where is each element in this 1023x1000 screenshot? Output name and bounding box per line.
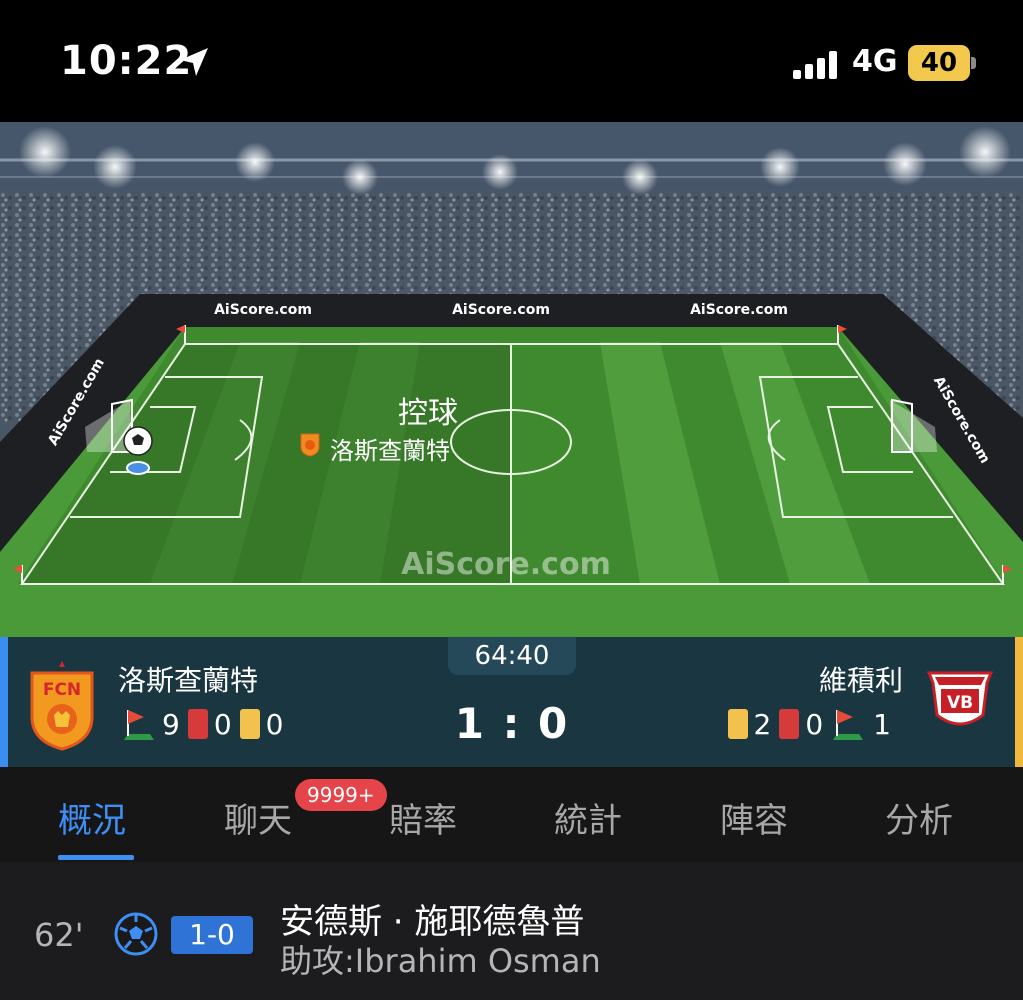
watermark-pitch-center: AiScore.com [401,547,611,582]
status-time: 10:22 [60,38,193,84]
match-score: 1 : 0 [454,699,570,748]
yellow-card-icon [727,709,748,739]
soccer-ball-icon [114,912,158,956]
match-tab-bar: 概況 聊天 9999+ 賠率 統計 陣容 分析 [0,767,1023,862]
away-logo-text: VB [947,693,973,713]
watermark-top-right: AiScore.com [690,302,788,318]
tab-stats[interactable]: 統計 [554,793,622,842]
home-logo-text: FCN [43,680,81,700]
red-card-icon [187,709,208,739]
tab-overview[interactable]: 概況 [58,793,126,842]
watermark-top-center: AiScore.com [452,302,550,318]
home-team-logo-icon[interactable]: FCN [28,659,96,751]
location-arrow-icon [180,48,208,76]
match-clock: 64:40 [448,637,576,675]
away-team-name[interactable]: 維積利 [819,659,903,699]
possession-label: 控球 [398,396,458,431]
home-side-indicator [0,637,8,767]
match-score-bar: 64:40 FCN 洛斯查蘭特 9 0 0 1 : 0 維積利 2 0 1 VB [0,637,1023,767]
chat-unread-badge: 9999+ [295,779,387,811]
possession-team-name: 洛斯查蘭特 [330,437,450,465]
event-score: 1-0 [171,916,253,954]
home-corners: 9 [162,707,180,741]
battery-icon: 40 [908,45,970,81]
status-bar: 10:22 4G 40 [0,0,1023,122]
goal-event-row[interactable]: 62' 1-0 安德斯 · 施耶德魯普 助攻:Ibrahim Osman [0,862,1023,1000]
home-red-cards: 0 [213,707,232,741]
tab-analysis[interactable]: 分析 [885,793,953,842]
tab-lineup[interactable]: 陣容 [720,793,788,842]
battery-level: 40 [920,48,958,78]
away-red-cards: 0 [805,707,824,741]
home-stats: 9 0 0 [120,706,291,742]
home-team-badge-icon [300,433,320,457]
away-yellow-cards: 2 [753,707,772,741]
away-corners: 1 [873,707,891,741]
home-team-name[interactable]: 洛斯查蘭特 [118,659,258,699]
active-tab-indicator [58,855,134,860]
live-pitch-view[interactable]: AiScore.com AiScore.com AiScore.com AiSc… [0,122,1023,637]
away-team-logo-icon[interactable]: VB [925,667,995,737]
goal-assist: 助攻:Ibrahim Osman [280,942,601,980]
red-card-icon [779,709,800,739]
tab-odds[interactable]: 賠率 [389,793,457,842]
corner-flag-icon [833,710,864,740]
network-type: 4G [852,44,898,79]
away-stats: 2 0 1 [727,706,899,742]
pitch-graphic: AiScore.com AiScore.com AiScore.com AiSc… [0,122,1023,637]
home-yellow-cards: 0 [265,707,284,741]
away-side-indicator [1015,637,1023,767]
battery-cap [971,57,976,69]
signal-bars-icon [793,51,839,79]
yellow-card-icon [239,709,260,739]
corner-flag-icon [124,710,154,740]
tab-chat[interactable]: 聊天 [224,793,292,842]
event-minute: 62' [34,916,84,954]
watermark-top-left: AiScore.com [214,302,312,318]
